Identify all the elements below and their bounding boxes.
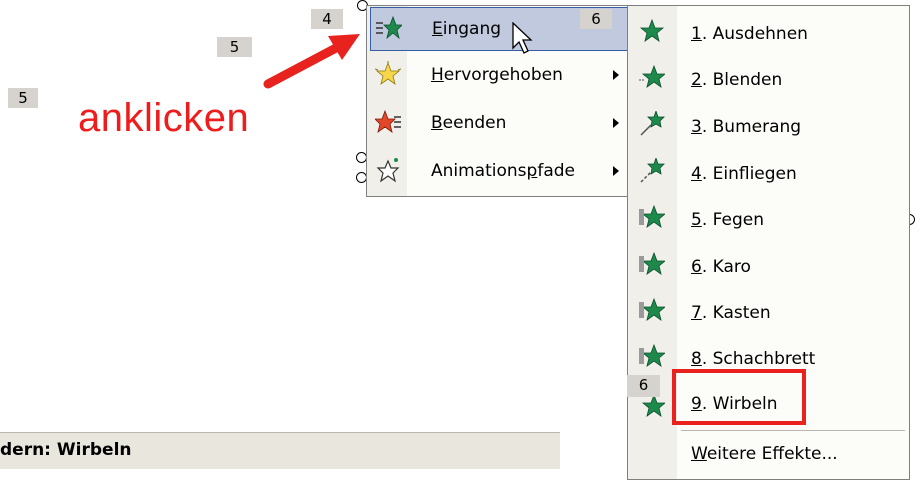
emphasis-star-icon [375,61,401,85]
effect-star-icon [640,158,665,183]
task-pane-title: dern: Wirbeln [0,440,132,460]
effect-label: 5. Fegen [691,210,764,230]
effect-label: 6. Karo [691,257,751,277]
step-badge-5: 5 [8,88,38,108]
effect-item-fegen[interactable]: 5. Fegen [628,196,909,240]
submenu-arrow-icon [613,118,619,128]
effect-star-icon [639,204,665,228]
effect-label: 2. Blenden [691,70,783,90]
menu-item-animationspfade[interactable]: Animationspfade [367,149,633,193]
effect-label: Weitere Effekte... [691,444,838,464]
animation-category-menu: Eingang Hervorgehoben Beenden Animations… [366,5,634,197]
red-arrow-icon [263,34,360,89]
highlight-box [672,369,806,425]
entrance-star-icon [376,15,402,40]
effect-star-icon [639,343,665,367]
effect-label: 8. Schachbrett [691,349,816,369]
exit-star-icon [375,109,401,133]
more-effects-item[interactable]: Weitere Effekte... [628,431,909,475]
annotation-text: anklicken [78,96,250,140]
menu-item-label: Beenden [431,113,507,133]
step-badge-6: 6 [580,9,612,29]
effect-item-ausdehnen[interactable]: 1. Ausdehnen [628,10,909,54]
effect-item-karo[interactable]: 6. Karo [628,243,909,287]
effect-label: 1. Ausdehnen [691,24,808,44]
submenu-arrow-icon [613,166,619,176]
effect-star-icon [639,297,665,321]
menu-item-label: Hervorgehoben [431,65,563,85]
menu-item-label: Eingang [432,19,502,39]
mouse-cursor-icon [512,22,533,54]
effect-star-icon [640,111,665,136]
effect-star-icon [639,64,665,88]
step-badge-4: 4 [311,9,343,29]
effect-item-blenden[interactable]: 2. Blenden [628,56,909,100]
effect-item-einfliegen[interactable]: 4. Einfliegen [628,150,909,194]
step-badge-6: 6 [627,375,660,397]
motion-path-star-icon [376,158,400,183]
effect-label: 4. Einfliegen [691,164,797,184]
submenu-arrow-icon [613,70,619,80]
effect-label: 7. Kasten [691,303,771,323]
effect-item-bumerang[interactable]: 3. Bumerang [628,103,909,147]
task-pane-header: dern: Wirbeln [0,432,560,469]
effect-star-icon [639,18,665,42]
menu-item-hervorgehoben[interactable]: Hervorgehoben [367,53,633,97]
menu-item-label: Animationspfade [431,161,575,181]
step-badge-5: 5 [217,37,252,57]
effect-star-icon [639,251,665,275]
menu-item-beenden[interactable]: Beenden [367,101,633,145]
effect-item-kasten[interactable]: 7. Kasten [628,289,909,333]
effect-label: 3. Bumerang [691,117,802,137]
